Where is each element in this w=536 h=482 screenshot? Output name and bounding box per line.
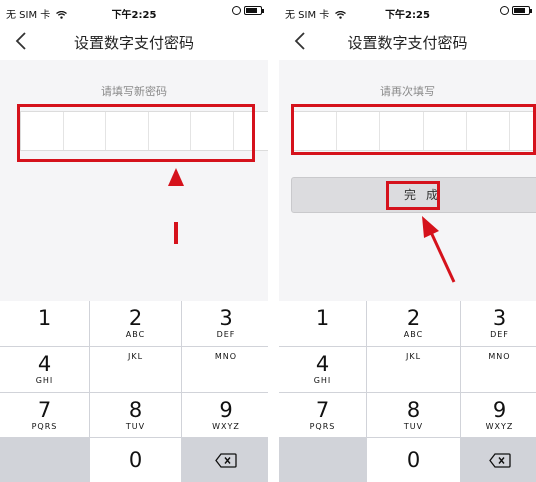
key-5[interactable]: JKL <box>367 347 460 392</box>
key-0[interactable]: 0 <box>90 438 181 482</box>
nav-bar: 设置数字支付密码 <box>279 22 536 60</box>
status-time: 下午2:25 <box>385 10 430 21</box>
phone-screen-confirm-password: 无 SIM 卡 下午2:25 设置数字支付密码 请再次填写 完成 1 2 ABC… <box>279 0 536 482</box>
backspace-icon <box>215 452 237 468</box>
pin-cell <box>191 112 234 150</box>
nav-bar: 设置数字支付密码 <box>0 22 268 60</box>
done-button[interactable]: 完成 <box>291 177 536 213</box>
battery-icon <box>244 6 264 15</box>
pin-cell <box>234 112 269 150</box>
pin-input[interactable] <box>20 111 268 151</box>
key-3[interactable]: 3 DEF <box>461 301 536 346</box>
pin-cell <box>21 112 64 150</box>
password-prompt: 请填写新密码 <box>101 85 167 98</box>
key-9[interactable]: 9 WXYZ <box>461 393 536 437</box>
key-8[interactable]: 8 TUV <box>367 393 460 437</box>
page-title: 设置数字支付密码 <box>73 34 194 52</box>
key-5[interactable]: JKL <box>90 347 181 392</box>
password-prompt: 请再次填写 <box>380 85 435 98</box>
rotation-lock-icon <box>232 6 241 15</box>
key-9[interactable]: 9 WXYZ <box>182 393 268 437</box>
backspace-icon <box>488 452 511 468</box>
status-time: 下午2:25 <box>111 10 157 21</box>
pin-cell <box>294 112 338 150</box>
key-blank <box>279 438 366 482</box>
pin-cell <box>467 112 510 150</box>
key-4[interactable]: 4 GHI <box>0 347 89 392</box>
key-1[interactable]: 1 <box>0 301 89 346</box>
delete-key[interactable] <box>182 438 268 482</box>
numeric-keypad: 1 2 ABC 3 DEF 4 GHI JKL MNO 7 PQRS 8 TUV… <box>0 301 268 482</box>
rotation-lock-icon <box>500 6 509 15</box>
pin-cell <box>510 112 536 150</box>
key-7[interactable]: 7 PQRS <box>0 393 89 437</box>
pin-cell <box>106 112 149 150</box>
status-bar: 无 SIM 卡 下午2:25 <box>279 0 536 22</box>
key-8[interactable]: 8 TUV <box>90 393 181 437</box>
pin-cell <box>337 112 381 150</box>
delete-key[interactable] <box>461 438 536 482</box>
phone-screen-new-password: 无 SIM 卡 下午2:25 设置数字支付密码 请填写新密码 1 2 ABC 3… <box>0 0 268 482</box>
pin-cell <box>380 112 424 150</box>
status-bar: 无 SIM 卡 下午2:25 <box>0 0 268 22</box>
key-2[interactable]: 2 ABC <box>90 301 181 346</box>
key-blank <box>0 438 89 482</box>
key-6[interactable]: MNO <box>182 347 268 392</box>
key-0[interactable]: 0 <box>367 438 460 482</box>
key-2[interactable]: 2 ABC <box>367 301 460 346</box>
pin-cell <box>64 112 106 150</box>
page-title: 设置数字支付密码 <box>347 34 468 52</box>
key-3[interactable]: 3 DEF <box>182 301 268 346</box>
pin-input-confirm[interactable] <box>293 111 536 151</box>
key-6[interactable]: MNO <box>461 347 536 392</box>
battery-icon <box>512 6 532 15</box>
key-7[interactable]: 7 PQRS <box>279 393 366 437</box>
key-4[interactable]: 4 GHI <box>279 347 366 392</box>
pin-cell <box>424 112 467 150</box>
key-1[interactable]: 1 <box>279 301 366 346</box>
numeric-keypad: 1 2 ABC 3 DEF 4 GHI JKL MNO 7 PQRS 8 TUV… <box>279 301 536 482</box>
pin-cell <box>149 112 191 150</box>
